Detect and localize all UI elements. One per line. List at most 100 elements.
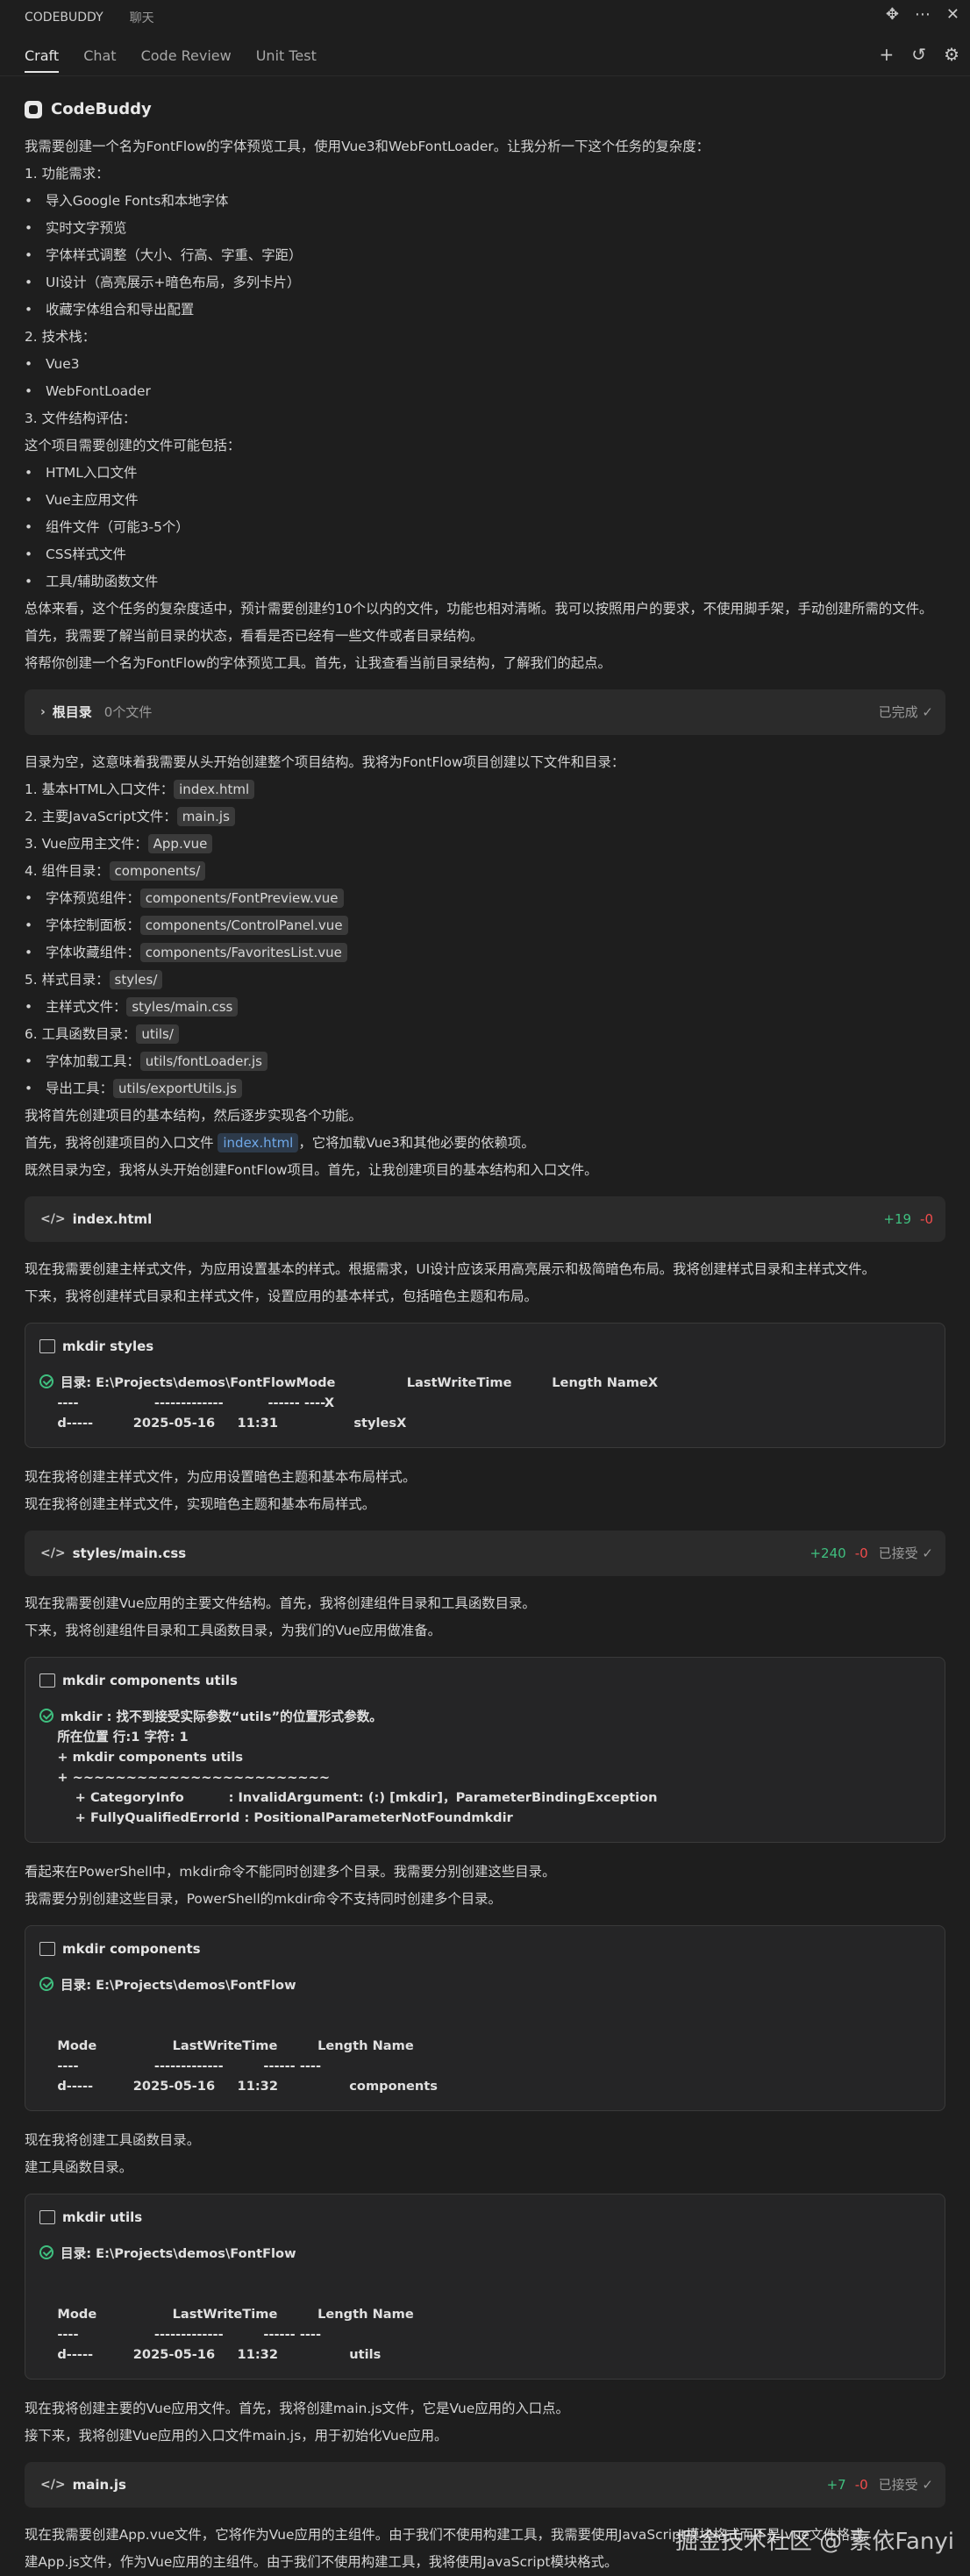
output-line: d----- 2025-05-16 11:31 stylesX — [39, 1413, 931, 1433]
list-item: UI设计（高亮展示+暗色布局，多列卡片） — [25, 269, 945, 296]
output-text: ---- ------------- ------ ----X — [39, 1395, 335, 1410]
output-text: ---- ------------- ------ ---- — [39, 2059, 322, 2073]
output-line: ---- ------------- ------ ----X — [39, 1393, 931, 1413]
output-text: 目录: E:\Projects\demos\FontFlowMode LastW… — [61, 1375, 659, 1390]
lines-deleted: -0 — [854, 1545, 868, 1561]
root-dir-title: 根目录 — [52, 703, 92, 720]
output-line: 目录: E:\Projects\demos\FontFlow — [39, 1975, 931, 1995]
success-check-icon — [39, 2245, 53, 2259]
file-card-main-js[interactable]: </> main.js +7 -0 已接受 ✓ — [25, 2462, 945, 2508]
output-line — [39, 2016, 931, 2036]
list-item: 字体收藏组件：components/FavoritesList.vue — [25, 939, 945, 967]
paragraph: 1. 基本HTML入口文件： index.html — [25, 776, 945, 803]
paragraph: 3. 文件结构评估： — [25, 410, 137, 426]
terminal-output: mkdir : 找不到接受实际参数“utils”的位置形式参数。 所在位置 行:… — [25, 1703, 945, 1842]
accept-status: 已接受 ✓ — [878, 1545, 933, 1561]
watermark: 掘金技术社区 @ 素依Fanyi — [674, 2529, 954, 2555]
root-dir-panel[interactable]: › 根目录 0个文件 已完成 ✓ — [25, 689, 945, 735]
message-block: 现在我将创建工具函数目录。 建工具函数目录。 — [25, 2127, 945, 2181]
paragraph: 现在我需要创建Vue应用的主要文件结构。首先，我将创建组件目录和工具函数目录。 — [25, 1595, 536, 1611]
settings-icon[interactable]: ⚙ — [944, 44, 959, 65]
list-item: HTML入口文件 — [25, 460, 945, 487]
list-item: 字体加载工具：utils/fontLoader.js — [25, 1048, 945, 1075]
paragraph: 我需要创建一个名为FontFlow的字体预览工具，使用Vue3和WebFontL… — [25, 139, 710, 154]
file-name: main.js — [72, 2476, 126, 2493]
list-item: WebFontLoader — [25, 378, 945, 405]
chevron-right-icon[interactable]: › — [40, 699, 46, 726]
paragraph: 6. 工具函数目录： utils/ — [25, 1021, 945, 1048]
paragraph: 现在我将创建主样式文件，为应用设置暗色主题和基本布局样式。 — [25, 1469, 417, 1485]
output-text: ---- ------------- ------ ---- — [39, 2327, 322, 2342]
chat-link[interactable]: 聊天 — [130, 9, 154, 26]
file-card-index[interactable]: </> index.html +19 -0 — [25, 1196, 945, 1242]
message-block: 看起来在PowerShell中，mkdir命令不能同时创建多个目录。我需要分别创… — [25, 1859, 945, 1913]
paragraph: 建工具函数目录。 — [25, 2159, 133, 2175]
list-item: 收藏字体组合和导出配置 — [25, 296, 945, 324]
output-line: Mode LastWriteTime Length Name — [39, 2304, 931, 2324]
conversation: CodeBuddy 我需要创建一个名为FontFlow的字体预览工具，使用Vue… — [0, 96, 970, 2576]
terminal-card-mkdir-styles[interactable]: mkdir styles 目录: E:\Projects\demos\FontFl… — [25, 1323, 945, 1448]
text-span: 首先，我将创建项目的入口文件 — [25, 1135, 218, 1151]
list-item: 工具/辅助函数文件 — [25, 568, 945, 596]
output-line: 所在位置 行:1 字符: 1 — [39, 1727, 931, 1747]
file-card-main-css[interactable]: </> styles/main.css +240 -0 已接受 ✓ — [25, 1531, 945, 1576]
paragraph: 我需要分别创建这些目录，PowerShell的mkdir命令不支持同时创建多个目… — [25, 1891, 502, 1907]
paragraph: 接下来，我将创建Vue应用的入口文件main.js，用于初始化Vue应用。 — [25, 2428, 448, 2444]
message-block: 现在我需要创建主样式文件，为应用设置基本的样式。根据需求，UI设计应该采用高亮展… — [25, 1256, 945, 1310]
paragraph: 首先，我需要了解当前目录的状态，看看是否已经有一些文件或者目录结构。 — [25, 628, 484, 644]
move-icon[interactable]: ✥ — [886, 5, 899, 24]
lines-added: +7 — [826, 2476, 846, 2493]
assistant-header: CodeBuddy — [25, 96, 945, 123]
terminal-icon — [39, 1339, 55, 1353]
add-icon[interactable]: + — [880, 44, 895, 65]
paragraph: 这个项目需要创建的文件可能包括： — [25, 438, 241, 453]
lines-deleted: -0 — [854, 2476, 868, 2493]
paragraph: 既然目录为空，我将从头开始创建FontFlow项目。首先，让我创建项目的基本结构… — [25, 1162, 598, 1178]
tab-code-review[interactable]: Code Review — [141, 39, 232, 73]
more-icon[interactable]: ⋯ — [915, 5, 931, 24]
terminal-output: 目录: E:\Projects\demos\FontFlow Mode Last… — [25, 1972, 945, 2110]
output-line: 目录: E:\Projects\demos\FontFlow — [39, 2244, 931, 2264]
paragraph: 首先，我将创建项目的入口文件 index.html ，它将加载Vue3和其他必要的… — [25, 1130, 945, 1157]
output-line: Mode LastWriteTime Length Name — [39, 2036, 931, 2056]
terminal-card-mkdir-utils[interactable]: mkdir utils 目录: E:\Projects\demos\FontFlo… — [25, 2194, 945, 2380]
message-block: 现在我需要创建Vue应用的主要文件结构。首先，我将创建组件目录和工具函数目录。下… — [25, 1590, 945, 1645]
output-line: ---- ------------- ------ ---- — [39, 2324, 931, 2344]
lines-added: +240 — [810, 1545, 846, 1561]
paragraph: 2. 主要JavaScript文件： main.js — [25, 803, 945, 831]
output-line: + FullyQualifiedErrorId : PositionalPara… — [39, 1808, 931, 1828]
root-dir-count: 0个文件 — [103, 703, 153, 720]
tab-chat[interactable]: Chat — [83, 39, 116, 73]
terminal-output: 目录: E:\Projects\demos\FontFlow Mode Last… — [25, 2240, 945, 2379]
history-icon[interactable]: ↺ — [911, 44, 926, 65]
terminal-card-mkdir-components-utils[interactable]: mkdir components utils mkdir : 找不到接受实际参数“… — [25, 1657, 945, 1843]
output-text: mkdir : 找不到接受实际参数“utils”的位置形式参数。 — [61, 1709, 382, 1724]
file-link[interactable]: index.html — [218, 1133, 299, 1152]
paragraph: 3. Vue应用主文件： App.vue — [25, 831, 945, 858]
tab-craft[interactable]: Craft — [25, 39, 60, 73]
paragraph: 下来，我将创建样式目录和主样式文件，设置应用的基本样式，包括暗色主题和布局。 — [25, 1288, 538, 1304]
paragraph: 看起来在PowerShell中，mkdir命令不能同时创建多个目录。我需要分别创… — [25, 1864, 556, 1880]
close-icon[interactable]: ✕ — [946, 5, 959, 24]
terminal-header: mkdir styles — [25, 1324, 945, 1369]
success-check-icon — [39, 1374, 53, 1388]
intro-message: 我需要创建一个名为FontFlow的字体预览工具，使用Vue3和WebFontL… — [25, 133, 945, 677]
list-item: CSS样式文件 — [25, 541, 945, 568]
item-label: 主样式文件： — [46, 999, 127, 1015]
output-text: Mode LastWriteTime Length Name — [39, 2038, 414, 2053]
paragraph: 现在我将创建主样式文件，实现暗色主题和基本布局样式。 — [25, 1496, 376, 1512]
output-text: d----- 2025-05-16 11:31 stylesX — [39, 1416, 407, 1431]
item-label: 4. 组件目录： — [25, 863, 110, 879]
output-text: + ~~~~~~~~~~~~~~~~~~~~~~~~ — [39, 1770, 331, 1785]
terminal-card-mkdir-components[interactable]: mkdir components 目录: E:\Projects\demos\Fo… — [25, 1925, 945, 2111]
lines-deleted: -0 — [920, 1210, 933, 1227]
paragraph: 我将首先创建项目的基本结构，然后逐步实现各个功能。 — [25, 1108, 362, 1124]
paragraph: 下来，我将创建组件目录和工具函数目录，为我们的Vue应用做准备。 — [25, 1623, 442, 1638]
item-label: 3. Vue应用主文件： — [25, 836, 148, 852]
tab-unit-test[interactable]: Unit Test — [256, 39, 317, 73]
paragraph: 2. 技术栈： — [25, 329, 96, 345]
terminal-command: mkdir utils — [62, 2209, 143, 2225]
message-block: 现在我将创建主要的Vue应用文件。首先，我将创建main.js文件，它是Vue应… — [25, 2395, 945, 2450]
